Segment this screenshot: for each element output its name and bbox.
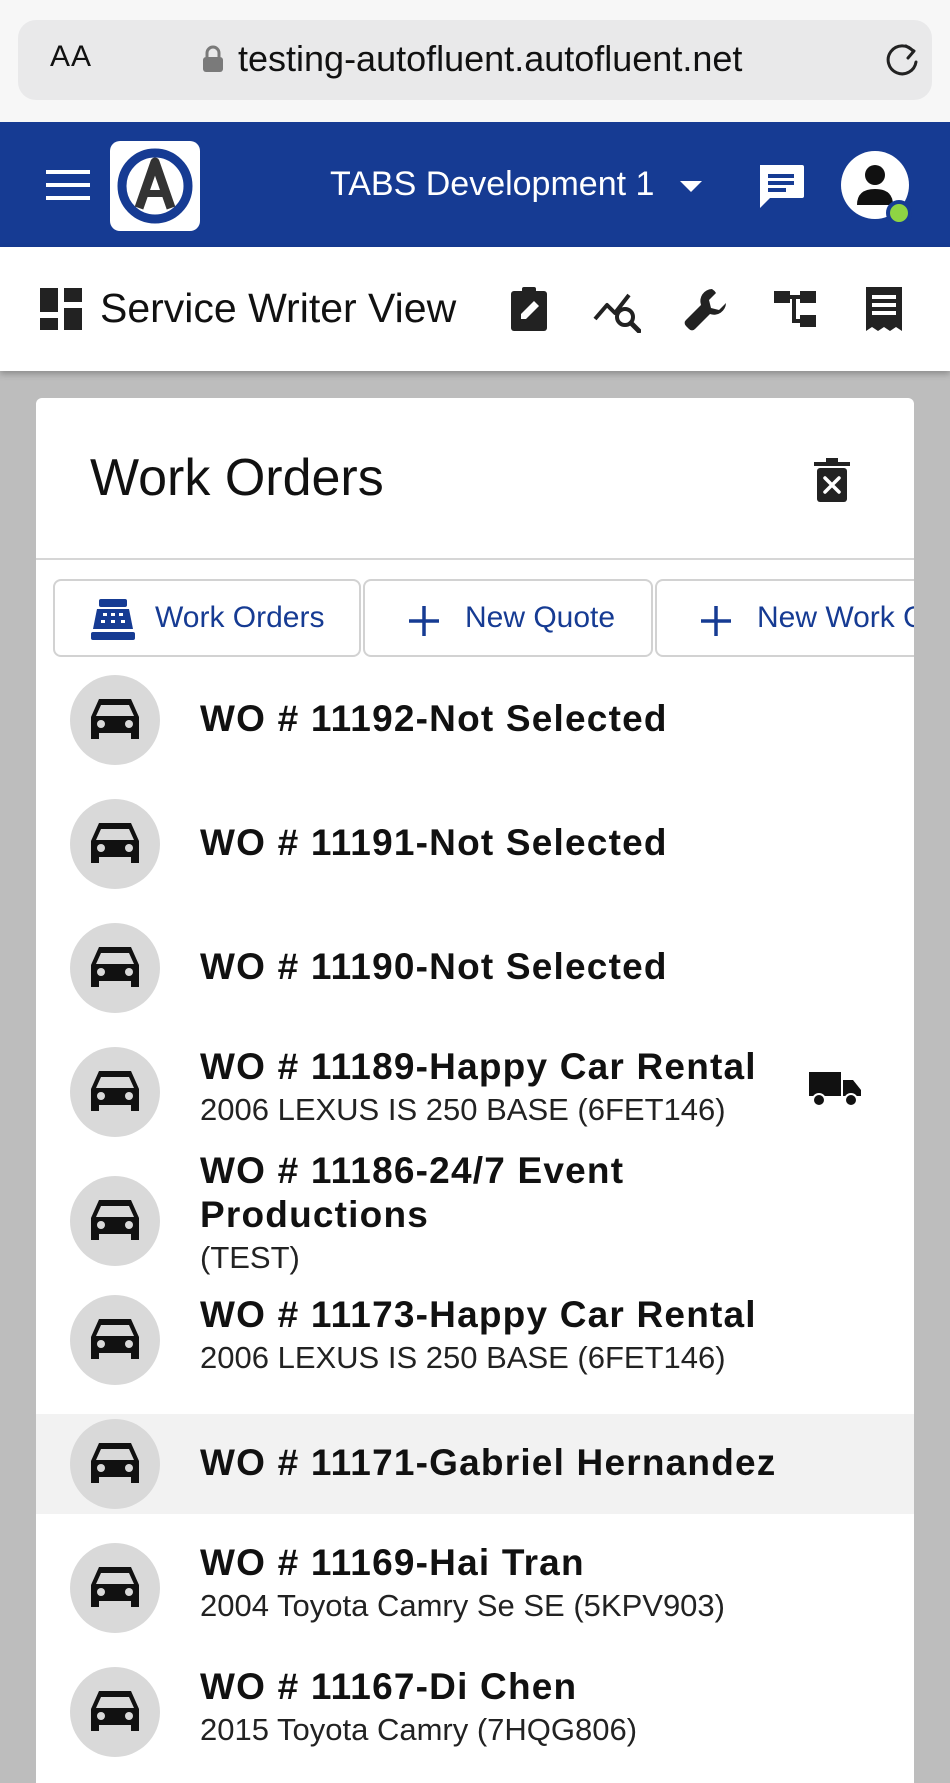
dashboard-icon[interactable] (40, 288, 82, 330)
car-icon (91, 1319, 139, 1359)
car-icon (91, 947, 139, 987)
new-quote-tab[interactable]: New Quote (363, 579, 653, 657)
car-avatar (70, 1543, 160, 1633)
plus-icon (701, 606, 731, 636)
work-order-title-line2: Productions (200, 1194, 430, 1235)
register-icon (91, 599, 135, 640)
person-icon (857, 165, 893, 205)
app-header: TABS Development 1 (0, 122, 950, 247)
car-avatar (70, 799, 160, 889)
view-title: Service Writer View (100, 285, 457, 331)
analytics-search-icon[interactable] (593, 285, 641, 333)
work-order-item[interactable]: WO # 11171-Gabriel Hernandez (36, 1414, 914, 1514)
work-order-title: WO # 11186-24/7 Event (200, 1150, 625, 1191)
delivery-truck-icon (809, 1072, 861, 1107)
panel-divider (36, 558, 914, 560)
wrench-icon[interactable] (682, 285, 730, 333)
lock-icon (203, 45, 223, 72)
car-avatar (70, 1295, 160, 1385)
chat-icon[interactable] (756, 162, 806, 212)
plus-icon (409, 606, 439, 636)
work-order-item[interactable]: WO # 11167-Di Chen 2015 Toyota Camry (7H… (36, 1662, 914, 1762)
receipt-icon[interactable] (860, 285, 908, 333)
car-avatar (70, 1047, 160, 1137)
work-order-item[interactable]: WO # 11190-Not Selected (36, 918, 914, 1018)
address-bar[interactable]: AA testing-autofluent.autofluent.net (18, 20, 932, 100)
panel-title: Work Orders (90, 449, 384, 507)
view-toolbar: Service Writer View (0, 247, 950, 371)
work-order-item[interactable]: WO # 11189-Happy Car Rental 2006 LEXUS I… (36, 1042, 914, 1142)
work-order-vehicle: 2006 LEXUS IS 250 BASE (6FET146) (200, 1092, 726, 1127)
work-order-item[interactable]: WO # 11186-24/7 Event Productions (TEST) (36, 1150, 914, 1278)
car-avatar (70, 1419, 160, 1509)
panel-tabs: Work Orders New Quote New Work Order (53, 579, 914, 659)
browser-bar: AA testing-autofluent.autofluent.net (0, 0, 950, 122)
company-name: TABS Development 1 (330, 164, 655, 203)
text-size-button[interactable]: AA (50, 40, 92, 74)
car-avatar (70, 1667, 160, 1757)
work-order-vehicle: 2015 Toyota Camry (7HQG806) (200, 1712, 638, 1747)
new-work-order-tab-label: New Work Order (757, 601, 914, 634)
car-icon (91, 1443, 139, 1483)
work-order-title: WO # 11192-Not Selected (200, 698, 668, 739)
clipboard-edit-icon[interactable] (505, 285, 553, 333)
hamburger-menu-icon[interactable] (46, 168, 90, 202)
work-order-title: WO # 11190-Not Selected (200, 946, 668, 987)
work-orders-tab[interactable]: Work Orders (53, 579, 361, 657)
url-text[interactable]: testing-autofluent.autofluent.net (238, 38, 742, 80)
work-order-title: WO # 11189-Happy Car Rental (200, 1046, 757, 1087)
work-order-item[interactable]: WO # 11173-Happy Car Rental 2006 LEXUS I… (36, 1290, 914, 1390)
work-order-title: WO # 11191-Not Selected (200, 822, 668, 863)
autofluent-logo[interactable] (110, 141, 200, 231)
work-order-vehicle: (TEST) (200, 1240, 300, 1275)
work-order-item[interactable]: WO # 11191-Not Selected (36, 794, 914, 894)
car-icon (91, 1567, 139, 1607)
work-order-title: WO # 11169-Hai Tran (200, 1542, 585, 1583)
work-order-title: WO # 11173-Happy Car Rental (200, 1294, 757, 1335)
car-icon (91, 1071, 139, 1111)
work-orders-tab-label: Work Orders (155, 601, 325, 634)
work-order-vehicle: 2004 Toyota Camry Se SE (5KPV903) (200, 1588, 725, 1623)
online-status-dot (886, 200, 912, 226)
work-order-item[interactable]: WO # 11192-Not Selected (36, 670, 914, 770)
delete-icon[interactable] (814, 458, 850, 502)
new-quote-tab-label: New Quote (465, 601, 616, 634)
car-avatar (70, 923, 160, 1013)
logo-a-icon (117, 148, 193, 224)
car-avatar (70, 675, 160, 765)
work-order-title: WO # 11167-Di Chen (200, 1666, 578, 1707)
work-order-title: WO # 11171-Gabriel Hernandez (200, 1442, 777, 1483)
car-icon (91, 823, 139, 863)
reload-icon[interactable] (882, 40, 922, 80)
hierarchy-icon[interactable] (772, 285, 820, 333)
car-icon (91, 1200, 139, 1240)
company-selector[interactable]: TABS Development 1 (330, 162, 703, 206)
work-order-item[interactable]: WO # 11169-Hai Tran 2004 Toyota Camry Se… (36, 1538, 914, 1638)
work-orders-panel: Work Orders Work Orders New Quote New Wo… (36, 398, 914, 1783)
work-order-vehicle: 2006 LEXUS IS 250 BASE (6FET146) (200, 1340, 726, 1375)
new-work-order-tab[interactable]: New Work Order (655, 579, 914, 657)
car-icon (91, 699, 139, 739)
car-avatar (70, 1176, 160, 1266)
caret-down-icon (680, 180, 703, 192)
car-icon (91, 1691, 139, 1731)
